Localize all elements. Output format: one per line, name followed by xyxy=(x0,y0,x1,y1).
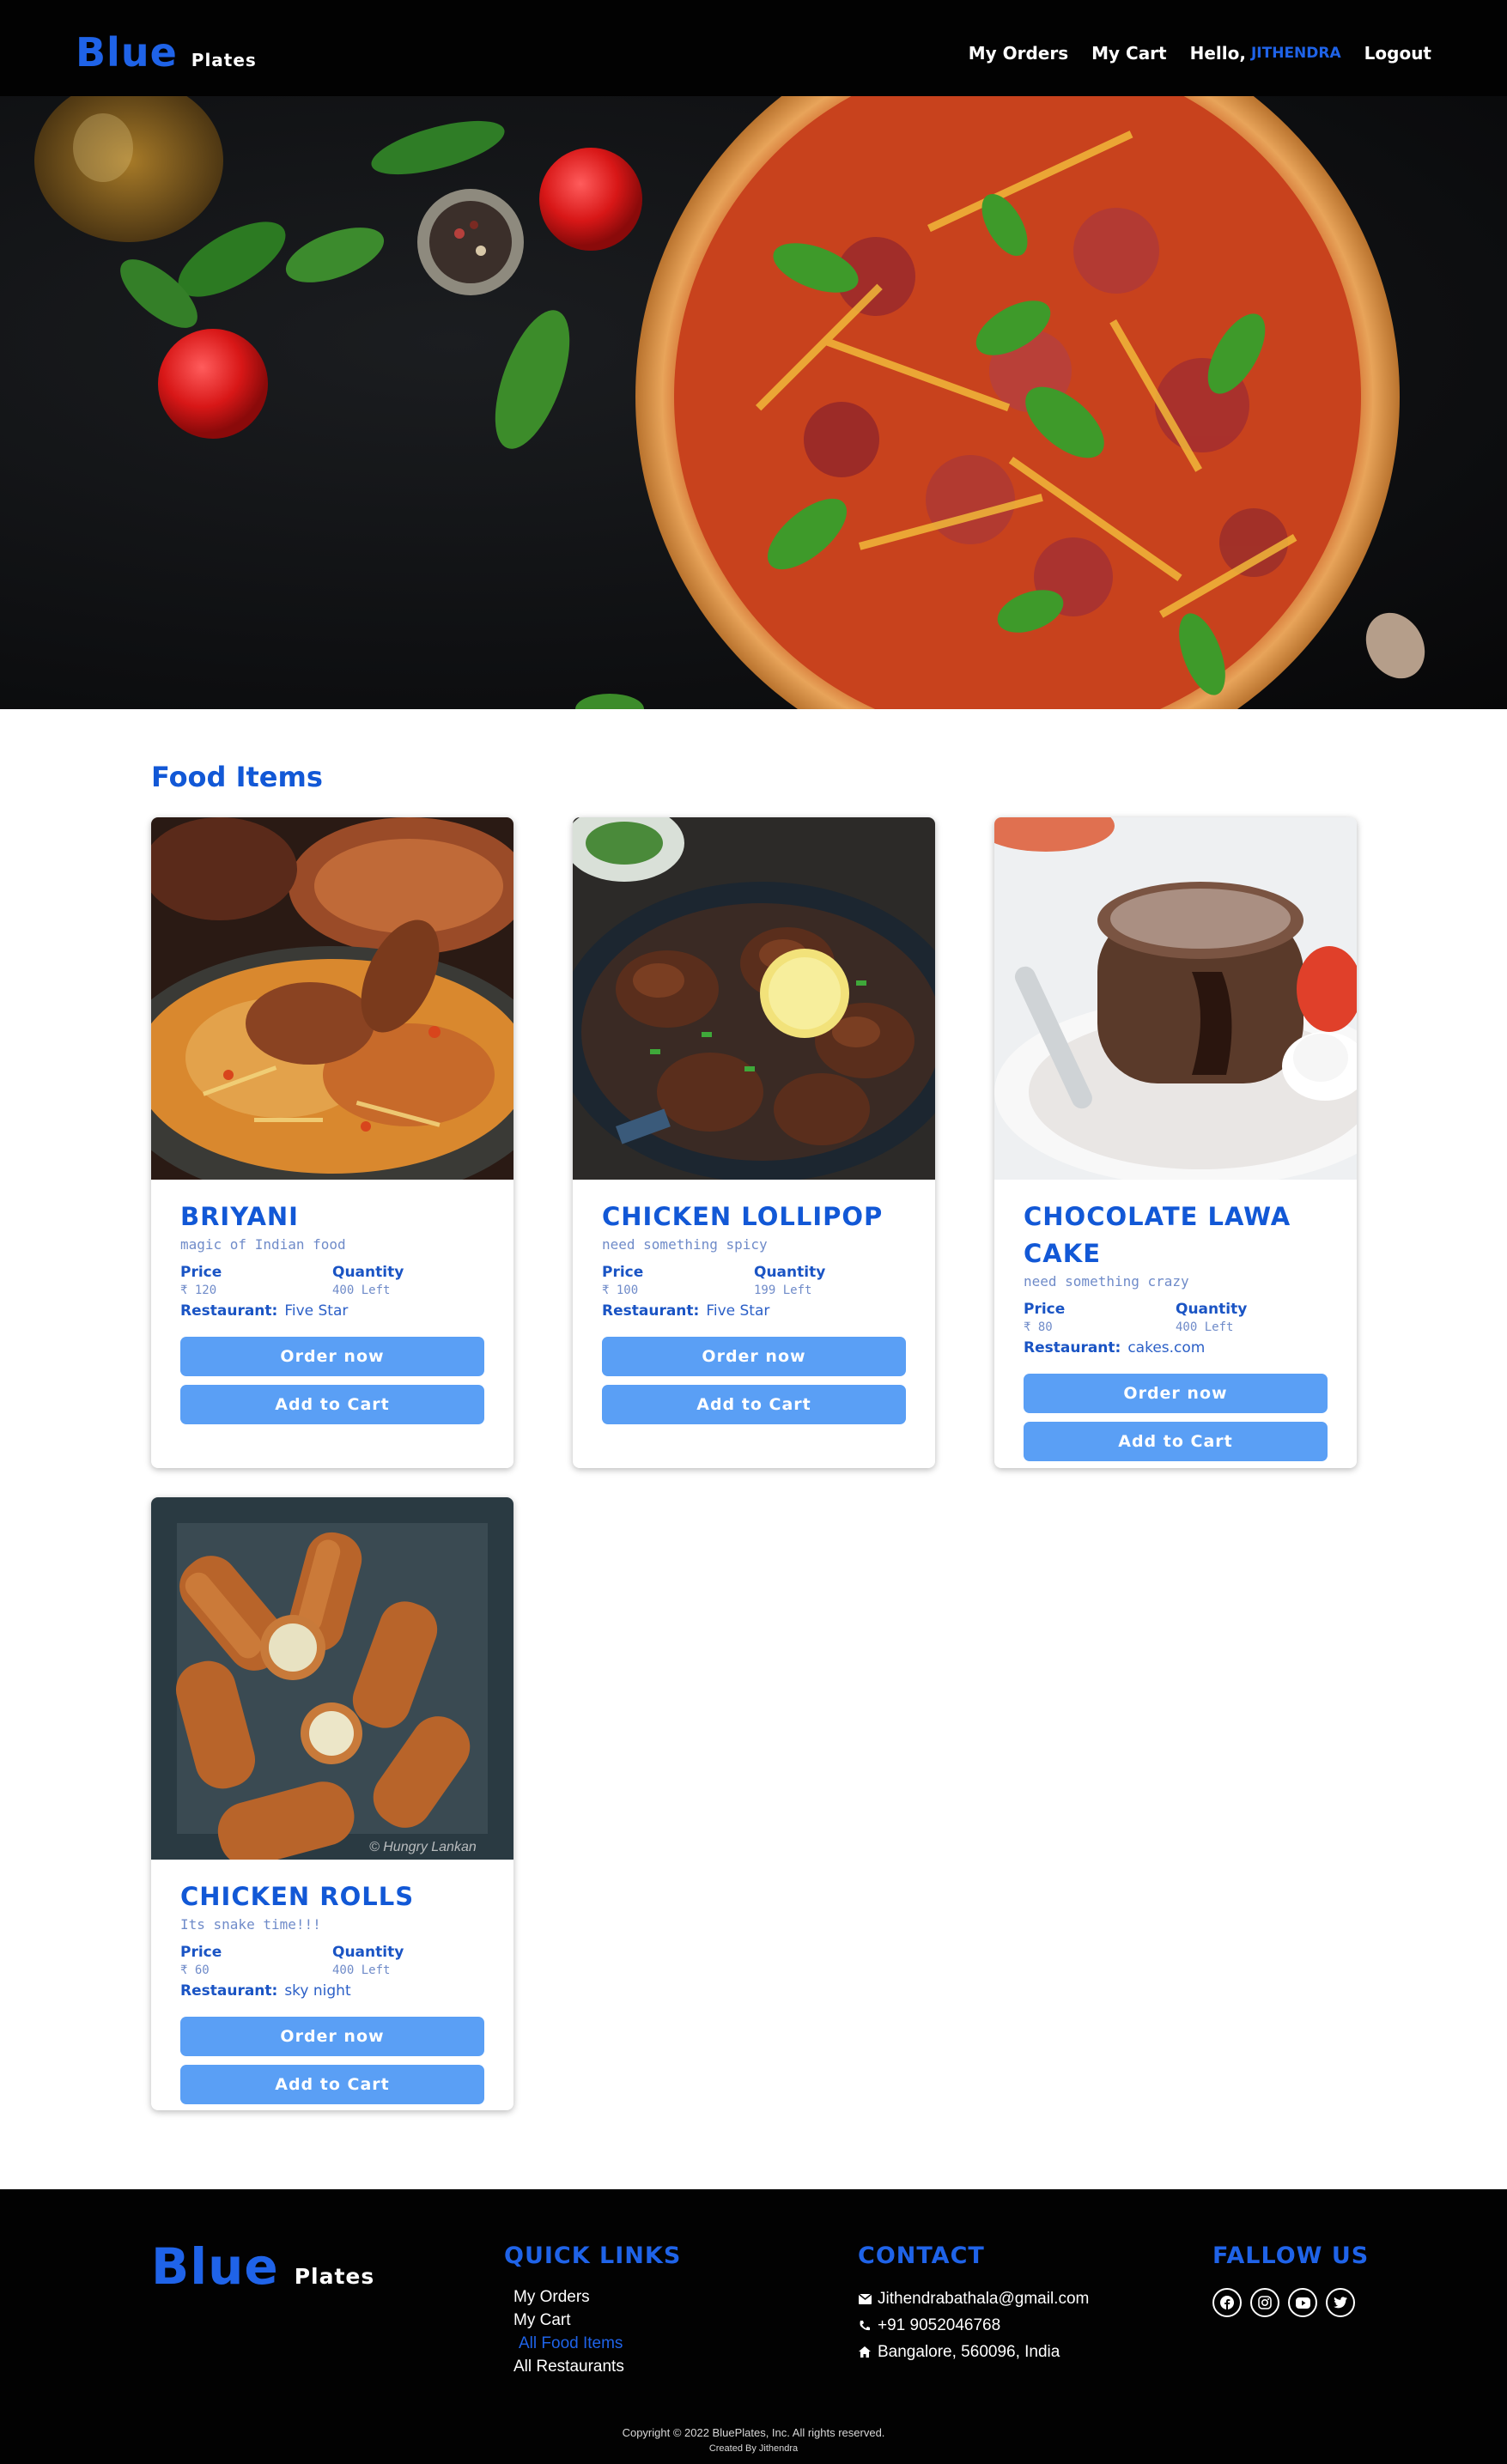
food-card-chicken-rolls: © Hungry Lankan CHICKEN ROLLS Its snake … xyxy=(151,1497,513,2110)
quantity-label: Quantity xyxy=(332,1264,404,1281)
quick-links-title: QUICK LINKS xyxy=(504,2242,682,2269)
restaurant-label: Restaurant: xyxy=(180,1982,278,2000)
price-label: Price xyxy=(1024,1301,1066,1318)
nav-greeting: Hello, xyxy=(1189,43,1246,64)
food-name: CHICKEN LOLLIPOP xyxy=(602,1202,884,1231)
mail-icon xyxy=(859,2293,878,2304)
restaurant-label: Restaurant: xyxy=(1024,1339,1121,1356)
price-label: Price xyxy=(180,1944,222,1961)
order-now-button[interactable]: Order now xyxy=(180,2017,484,2056)
brand-main: Blue xyxy=(76,29,178,76)
food-card-briyani: BRIYANI magic of Indian food Price ₹ 120 … xyxy=(151,817,513,1468)
footer-link-my-cart[interactable]: My Cart xyxy=(513,2309,624,2332)
quantity-value: 400 Left xyxy=(332,1284,391,1297)
instagram-icon[interactable] xyxy=(1250,2288,1279,2317)
add-to-cart-button[interactable]: Add to Cart xyxy=(1024,1422,1328,1461)
price-value: ₹ 100 xyxy=(602,1284,639,1297)
restaurant-name: Five Star xyxy=(284,1302,349,1320)
nav-my-orders[interactable]: My Orders xyxy=(969,43,1068,64)
copyright: Copyright © 2022 BluePlates, Inc. All ri… xyxy=(0,2425,1507,2456)
contact-info: Jithendrabathala@gmail.com +91 905204676… xyxy=(859,2285,1089,2365)
footer: Blue Plates QUICK LINKS My Orders My Car… xyxy=(0,2189,1507,2464)
restaurant-name: sky night xyxy=(284,1982,351,2000)
facebook-icon[interactable] xyxy=(1212,2288,1242,2317)
price-value: ₹ 120 xyxy=(180,1284,217,1297)
contact-address: Bangalore, 560096, India xyxy=(878,2343,1060,2361)
food-tagline: need something crazy xyxy=(1024,1273,1189,1290)
section-title: Food Items xyxy=(151,761,323,793)
quantity-label: Quantity xyxy=(754,1264,826,1281)
order-now-button[interactable]: Order now xyxy=(602,1337,906,1376)
quantity-value: 199 Left xyxy=(754,1284,812,1297)
phone-icon xyxy=(859,2320,878,2332)
price-label: Price xyxy=(180,1264,222,1281)
chicken-rolls-image: © Hungry Lankan xyxy=(151,1497,513,1860)
price-value: ₹ 80 xyxy=(1024,1320,1053,1334)
nav-links: My Orders My Cart Hello, JITHENDRA Logou… xyxy=(945,43,1431,64)
food-card-chicken-lollipop: CHICKEN LOLLIPOP need something spicy Pr… xyxy=(573,817,935,1468)
brand-logo[interactable]: Blue Plates xyxy=(76,29,257,76)
food-tagline: magic of Indian food xyxy=(180,1236,346,1253)
restaurant-row: Restaurant: cakes.com xyxy=(1024,1338,1328,1358)
restaurant-name: cakes.com xyxy=(1127,1339,1206,1356)
add-to-cart-button[interactable]: Add to Cart xyxy=(602,1385,906,1424)
briyani-image xyxy=(151,817,513,1180)
nav-my-cart[interactable]: My Cart xyxy=(1091,43,1167,64)
navbar: Blue Plates My Orders My Cart Hello, JIT… xyxy=(0,0,1507,96)
footer-brand-main: Blue xyxy=(151,2237,279,2296)
restaurant-label: Restaurant: xyxy=(602,1302,700,1320)
restaurant-row: Restaurant: Five Star xyxy=(602,1301,906,1321)
quantity-value: 400 Left xyxy=(332,1963,391,1977)
brand-sub: Plates xyxy=(191,50,257,70)
restaurant-name: Five Star xyxy=(706,1302,770,1320)
restaurant-row: Restaurant: sky night xyxy=(180,1981,484,2001)
nav-username[interactable]: JITHENDRA xyxy=(1251,45,1341,62)
copyright-text: Copyright © 2022 BluePlates, Inc. All ri… xyxy=(622,2426,885,2439)
food-name: BRIYANI xyxy=(180,1202,299,1231)
add-to-cart-button[interactable]: Add to Cart xyxy=(180,2065,484,2104)
twitter-icon[interactable] xyxy=(1326,2288,1355,2317)
footer-brand-sub: Plates xyxy=(294,2264,375,2289)
food-name: CHOCOLATE LAWA CAKE xyxy=(1024,1202,1291,1268)
created-by-text: Created By Jithendra xyxy=(708,2443,799,2454)
price-value: ₹ 60 xyxy=(180,1963,210,1977)
footer-link-all-restaurants[interactable]: All Restaurants xyxy=(513,2355,624,2378)
hero-banner xyxy=(0,96,1507,709)
quantity-label: Quantity xyxy=(332,1944,404,1961)
order-now-button[interactable]: Order now xyxy=(180,1337,484,1376)
social-links xyxy=(1212,2288,1364,2317)
add-to-cart-button[interactable]: Add to Cart xyxy=(180,1385,484,1424)
contact-email[interactable]: Jithendrabathala@gmail.com xyxy=(878,2285,1089,2312)
footer-brand[interactable]: Blue Plates xyxy=(151,2237,374,2296)
hero-pizza-image xyxy=(34,96,1425,709)
image-watermark: © Hungry Lankan xyxy=(369,1840,477,1854)
footer-link-my-orders[interactable]: My Orders xyxy=(513,2285,624,2309)
youtube-icon[interactable] xyxy=(1288,2288,1317,2317)
quantity-label: Quantity xyxy=(1176,1301,1248,1318)
home-icon xyxy=(859,2346,878,2358)
chicken-lollipop-image xyxy=(573,817,935,1180)
nav-logout[interactable]: Logout xyxy=(1364,43,1431,64)
order-now-button[interactable]: Order now xyxy=(1024,1374,1328,1413)
follow-us-title: FALLOW US xyxy=(1212,2242,1370,2269)
contact-title: CONTACT xyxy=(858,2242,985,2269)
price-label: Price xyxy=(602,1264,644,1281)
food-card-chocolate-lawa-cake: CHOCOLATE LAWA CAKE need something crazy… xyxy=(994,817,1357,1468)
chocolate-lawa-cake-image xyxy=(994,817,1357,1180)
food-name: CHICKEN ROLLS xyxy=(180,1882,415,1911)
restaurant-row: Restaurant: Five Star xyxy=(180,1301,484,1321)
food-tagline: Its snake time!!! xyxy=(180,1916,321,1933)
food-tagline: need something spicy xyxy=(602,1236,768,1253)
quantity-value: 400 Left xyxy=(1176,1320,1234,1334)
restaurant-label: Restaurant: xyxy=(180,1302,278,1320)
footer-link-all-food-items[interactable]: All Food Items xyxy=(513,2332,624,2355)
quick-links: My Orders My Cart All Food Items All Res… xyxy=(513,2285,624,2378)
contact-phone[interactable]: +91 9052046768 xyxy=(878,2312,1000,2339)
